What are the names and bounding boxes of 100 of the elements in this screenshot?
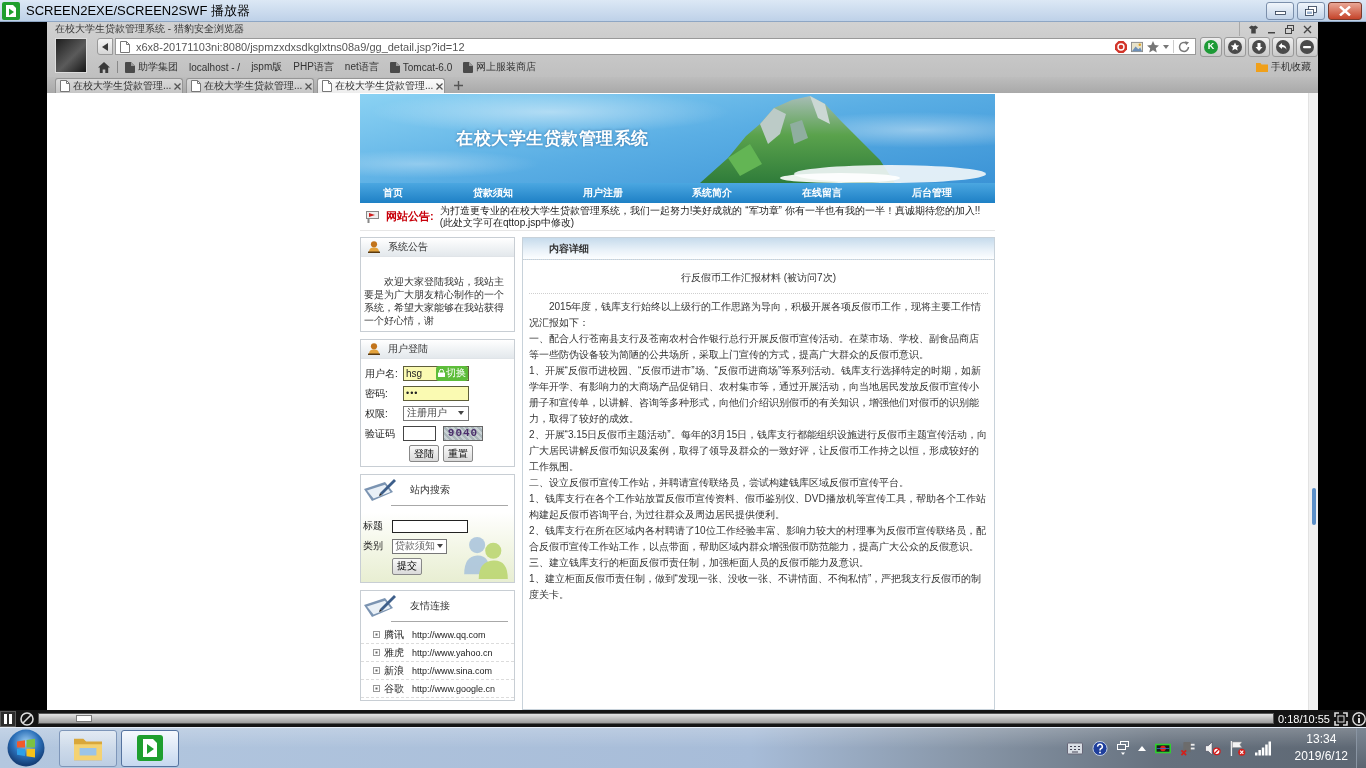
- panel-title: 内容详细: [549, 241, 589, 256]
- star-icon: [1228, 39, 1242, 54]
- app-icon: [2, 1, 20, 20]
- bookmark-link[interactable]: net语言: [344, 60, 379, 74]
- info-icon[interactable]: [1352, 711, 1366, 726]
- back-button[interactable]: [97, 38, 113, 55]
- plug-icon[interactable]: [1179, 740, 1196, 756]
- category-dropdown[interactable]: 贷款须知: [392, 538, 447, 554]
- close-icon[interactable]: [305, 82, 313, 90]
- caret-icon: [458, 411, 464, 415]
- notebook-pen-icon: [363, 478, 397, 502]
- article-paragraph: 2015年度，钱库支行始终以上级行的工作思路为导向，积极开展各项反假币工作，现将主要工作情况汇报如下：: [529, 300, 983, 330]
- help-icon[interactable]: [1091, 740, 1108, 756]
- panel-title: 用户登陆: [388, 342, 428, 356]
- mobile-bookmarks-link[interactable]: 手机收藏: [1256, 60, 1311, 74]
- people-icon: [464, 537, 508, 579]
- extension-button[interactable]: K: [1200, 36, 1222, 57]
- minimize-button[interactable]: [1266, 1, 1294, 20]
- link-name: 谷歌: [384, 681, 405, 696]
- search-field[interactable]: [392, 519, 468, 533]
- signal-icon[interactable]: [1254, 740, 1271, 756]
- caret-icon[interactable]: [1163, 44, 1169, 49]
- caret-icon: [437, 544, 443, 548]
- link-url[interactable]: http://www.sina.com: [412, 665, 493, 676]
- windows-icon[interactable]: [1116, 741, 1129, 755]
- close-icon[interactable]: [1303, 24, 1312, 34]
- link-url[interactable]: http://www.yahoo.cn: [412, 647, 493, 658]
- undo-button[interactable]: [1272, 36, 1294, 57]
- site-title: 在校大学生贷款管理系统: [456, 128, 649, 150]
- arrow-up-icon[interactable]: [1137, 745, 1146, 751]
- keyboard-icon[interactable]: [1066, 740, 1083, 756]
- address-bar[interactable]: x6x8-20171103ni:8080/jspmzxdxsdkglxtns08a9/gg_detail.jsp?id=12: [115, 38, 1196, 55]
- browser-tab[interactable]: 在校大学生贷款管理...: [317, 78, 445, 93]
- browser-tab[interactable]: 在校大学生贷款管理...: [55, 78, 183, 93]
- shirt-icon[interactable]: [1249, 24, 1258, 34]
- login-button[interactable]: 登陆: [409, 445, 439, 462]
- start-button[interactable]: [7, 729, 45, 767]
- clock-date[interactable]: 2019/6/12: [1294, 748, 1348, 765]
- window-title: SCREEN2EXE/SCREEN2SWF 播放器: [26, 1, 251, 20]
- field-label: 类别: [363, 539, 384, 553]
- bookmark-link[interactable]: PHP语言: [293, 60, 334, 74]
- field-label: 验证码: [365, 426, 396, 441]
- bookmark-link[interactable]: jspm版: [251, 60, 283, 74]
- restore-icon: [1305, 5, 1317, 16]
- restore-button[interactable]: [1297, 1, 1325, 20]
- bookmark-link[interactable]: 网上服装商店: [463, 60, 537, 74]
- favorites-button[interactable]: [1224, 36, 1246, 57]
- user-icon: [368, 241, 380, 253]
- bookmark-link[interactable]: localhost - /: [189, 61, 241, 73]
- undo-icon: [1276, 39, 1290, 54]
- clock-time[interactable]: 13:34: [1306, 731, 1337, 748]
- browser-title: 在校大学生贷款管理系统 - 猎豹安全浏览器: [55, 22, 245, 36]
- refresh-icon[interactable]: [1178, 40, 1190, 53]
- field-label: 用户名:: [365, 366, 399, 381]
- bullet-icon: [373, 685, 380, 692]
- menu-button[interactable]: [1296, 36, 1318, 57]
- minimize-icon: [1274, 11, 1286, 15]
- close-icon[interactable]: [174, 82, 182, 90]
- submit-button[interactable]: 提交: [392, 557, 422, 575]
- role-dropdown[interactable]: 注册用户: [403, 405, 469, 421]
- reset-button[interactable]: 重置: [443, 445, 473, 462]
- scrollbar-thumb[interactable]: [1311, 488, 1316, 525]
- no-entry-icon[interactable]: [20, 711, 34, 726]
- speaker-muted-icon[interactable]: [1204, 740, 1221, 756]
- browser-tab[interactable]: 在校大学生贷款管理...: [186, 78, 314, 93]
- article-paragraph: 1、钱库支行在各个工作站放置反假币宣传资料、假币鉴别仪、DVD播放机等宣传工具，帮助各个工作站构建起反假币咨询平台, 为过往群众及周边居民提供便利。: [529, 492, 987, 522]
- flag-icon[interactable]: [1229, 740, 1246, 756]
- bookmark-link[interactable]: 助学集团: [125, 60, 178, 74]
- stop-sign-icon[interactable]: [1115, 40, 1127, 53]
- bookmark-link[interactable]: Tomcat-6.0: [389, 61, 453, 73]
- taskbar-app-button[interactable]: [121, 729, 179, 767]
- article-paragraph: 三、建立钱库支行的柜面反假币责任制，加强柜面人员的反假币能力及意识。: [529, 556, 870, 570]
- document-icon: [125, 61, 135, 73]
- close-icon[interactable]: [436, 82, 444, 90]
- panel-title: 友情连接: [410, 599, 450, 613]
- signboard-icon: [366, 210, 380, 223]
- article-title: 行反假币工作汇报材料 (被访问7次): [681, 271, 836, 285]
- star-icon[interactable]: [1147, 40, 1159, 53]
- captcha-field[interactable]: [403, 425, 436, 441]
- pause-icon: [4, 713, 12, 724]
- image-icon[interactable]: [1131, 40, 1143, 53]
- page-icon: [120, 40, 130, 53]
- download-button[interactable]: [1248, 36, 1270, 57]
- document-icon: [463, 61, 474, 73]
- password-field[interactable]: •••: [403, 385, 469, 401]
- new-tab-icon[interactable]: [454, 81, 463, 90]
- home-icon[interactable]: [98, 61, 110, 73]
- scrollbar[interactable]: [1308, 93, 1318, 710]
- progress-track[interactable]: [38, 713, 1274, 724]
- link-url[interactable]: http://www.google.cn: [412, 683, 496, 694]
- announcement-text: 欢迎大家登陆我站，我站主要是为广大朋友精心制作的一个系统，希望大家能够在我站获得一个好心情，谢: [363, 275, 505, 328]
- close-button[interactable]: [1328, 1, 1362, 20]
- fullscreen-icon[interactable]: [1334, 711, 1348, 726]
- user-icon: [368, 343, 380, 355]
- progress-thumb[interactable]: [75, 715, 92, 722]
- pause-button[interactable]: [0, 710, 16, 727]
- username-field[interactable]: hsg 切换: [403, 365, 469, 381]
- restore-icon[interactable]: [1285, 24, 1294, 34]
- link-url[interactable]: http://www.qq.com: [412, 629, 486, 640]
- article-paragraph: 二、设立反假币宣传工作站，并聘请宣传联络员，尝试构建钱库区域反假币宣传平台。: [529, 476, 910, 490]
